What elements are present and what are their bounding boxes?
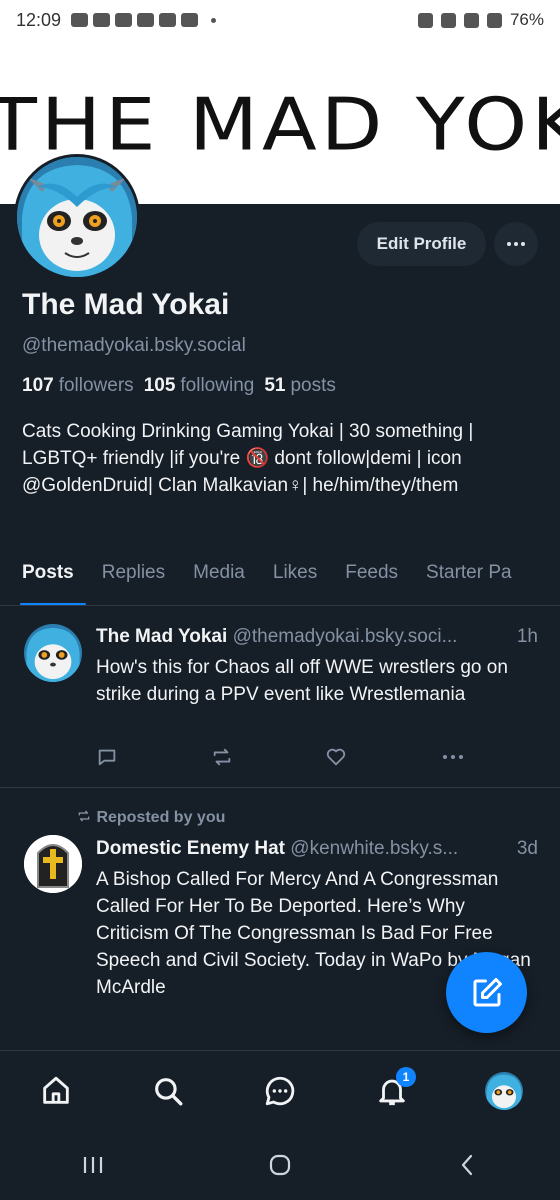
recent-apps-icon[interactable]: [79, 1153, 107, 1177]
nav-profile-avatar: [485, 1071, 523, 1110]
post-header: Domestic Enemy Hat @kenwhite.bsky.s... 3…: [96, 838, 546, 860]
post-author-avatar[interactable]: [24, 835, 82, 893]
repost-indicator: Reposted by you: [76, 809, 225, 827]
tab-starter-packs[interactable]: Starter Pa: [412, 556, 526, 605]
posts-label: posts: [290, 375, 336, 396]
tab-replies[interactable]: Replies: [88, 556, 179, 605]
reply-icon[interactable]: [96, 746, 118, 768]
post-author-name[interactable]: The Mad Yokai: [96, 626, 227, 647]
avatar-illustration: [24, 624, 82, 682]
post-age[interactable]: 3d: [512, 838, 538, 860]
profile-tabs: Posts Replies Media Likes Feeds Starter …: [0, 556, 560, 606]
bottom-navigation: 1: [0, 1050, 560, 1130]
more-notifications-dot: [211, 17, 217, 23]
posts-stat: 51 posts: [264, 375, 336, 397]
status-time: 12:09: [16, 9, 62, 30]
battery-level: 76%: [509, 10, 544, 29]
app-icon: [137, 13, 155, 27]
feed-post[interactable]: The Mad Yokai @themadyokai.bsky.soci... …: [0, 606, 560, 788]
discord-icon: [71, 13, 89, 27]
wifi-icon: [463, 12, 479, 28]
profile-stats: 107 followers 105 following 51 posts: [22, 375, 336, 397]
post-header: The Mad Yokai @themadyokai.bsky.soci... …: [96, 626, 546, 648]
bluetooth-icon: [417, 12, 433, 28]
repost-icon[interactable]: [211, 746, 233, 768]
profile-bio: Cats Cooking Drinking Gaming Yokai | 30 …: [22, 421, 474, 496]
signal-icon: [486, 12, 502, 28]
youtube-icon: [159, 13, 177, 27]
profile-more-button[interactable]: [494, 222, 538, 266]
posts-count: 51: [264, 375, 286, 396]
post-author-handle[interactable]: @themadyokai.bsky.soci...: [233, 626, 458, 647]
dot-icon: [521, 242, 525, 246]
followers-count: 107: [22, 375, 54, 396]
dot-icon: [514, 242, 518, 246]
youtube-icon: [181, 13, 199, 27]
tab-media[interactable]: Media: [179, 556, 259, 605]
discord-icon: [93, 13, 111, 27]
followers-link[interactable]: 107 followers: [22, 375, 134, 397]
status-bar: 12:09 76%: [0, 0, 560, 40]
followers-label: followers: [58, 375, 134, 396]
display-name: The Mad Yokai: [22, 288, 230, 321]
notification-icons: [71, 13, 217, 27]
repost-label: Reposted by you: [96, 809, 226, 826]
post-age[interactable]: 1h: [512, 626, 538, 648]
nav-search[interactable]: [138, 1061, 198, 1121]
system-navigation-bar: [0, 1130, 560, 1200]
following-label: following: [180, 375, 255, 396]
profile-handle: @themadyokai.bsky.social: [22, 335, 246, 356]
compose-icon: [473, 977, 502, 1006]
nav-home[interactable]: [26, 1061, 86, 1121]
home-system-icon[interactable]: [266, 1151, 294, 1179]
chat-icon: [265, 1076, 295, 1105]
avatar-illustration: [485, 1071, 523, 1110]
helmet-avatar-illustration: [24, 835, 82, 893]
telegram-icon: [115, 13, 133, 27]
system-indicators: 76%: [417, 10, 544, 30]
edit-profile-button[interactable]: Edit Profile: [357, 222, 486, 266]
dot-icon: [507, 242, 511, 246]
post-author-name[interactable]: Domestic Enemy Hat: [96, 838, 285, 859]
following-count: 105: [143, 375, 176, 396]
post-text: How's this for Chaos all off WWE wrestle…: [96, 657, 508, 705]
profile-avatar[interactable]: [14, 154, 140, 280]
repost-icon: [78, 810, 90, 822]
mute-icon: [440, 12, 456, 28]
following-link[interactable]: 105 following: [144, 375, 255, 397]
nav-notifications[interactable]: 1: [362, 1061, 422, 1121]
compose-post-button[interactable]: [446, 952, 527, 1033]
back-icon[interactable]: [453, 1151, 481, 1179]
post-author-handle[interactable]: @kenwhite.bsky.s...: [290, 838, 458, 859]
post-author-avatar[interactable]: [24, 624, 82, 682]
tab-likes[interactable]: Likes: [259, 556, 331, 605]
notification-badge: 1: [396, 1066, 416, 1087]
nav-chat[interactable]: [250, 1061, 310, 1121]
avatar-illustration: [17, 157, 137, 277]
tab-feeds[interactable]: Feeds: [331, 556, 412, 605]
home-icon: [43, 1076, 69, 1104]
more-icon[interactable]: [440, 746, 466, 768]
search-icon: [155, 1077, 183, 1105]
tab-posts[interactable]: Posts: [0, 556, 88, 605]
post-actions: [96, 746, 466, 768]
like-icon[interactable]: [325, 746, 347, 768]
nav-profile[interactable]: [474, 1061, 534, 1121]
